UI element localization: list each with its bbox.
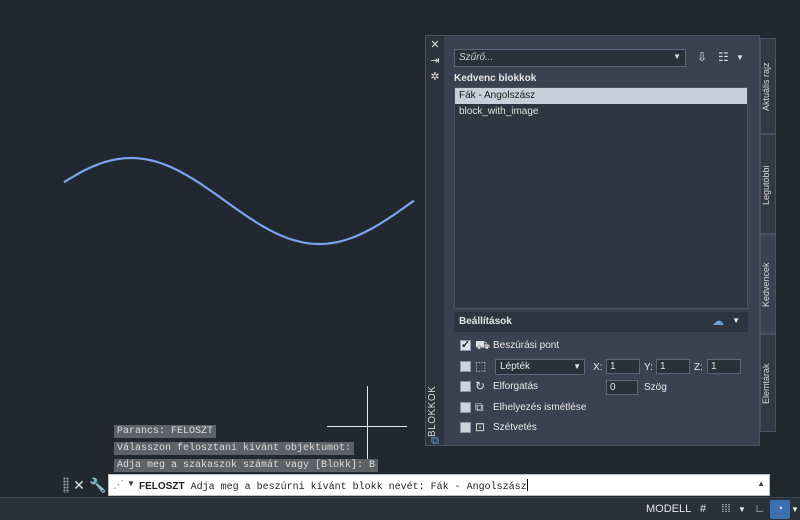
history-line: Adja meg a szakaszok számát vagy [Blokk]… [114, 459, 379, 472]
list-item[interactable]: block_with_image [455, 104, 747, 120]
cloud-sync-icon[interactable]: ☁ [712, 314, 724, 328]
close-icon[interactable]: ✕ [71, 476, 87, 494]
favorites-title: Kedvenc blokkok [454, 73, 537, 84]
tab-label: Kedvencek [761, 262, 771, 308]
y-label: Y: [644, 362, 653, 373]
scale-icon: ⬚ [475, 359, 487, 373]
blocks-palette: ✕ ⇥ ✲ BLOKKOK ⧉ Szűrő... ▼ ⇩ ☷ ▼ Kedvenc… [425, 35, 760, 447]
gear-icon[interactable]: ✲ [429, 71, 441, 83]
rotation-label: Elforgatás [493, 381, 539, 392]
wrench-icon[interactable]: 🔧 [89, 476, 106, 494]
rotation-input[interactable]: 0 [606, 380, 638, 395]
status-bar: MODELL # ⁞⁞⁞ ▼ ∟ ◔ ▼ [0, 497, 800, 520]
command-bar: ✕ 🔧 ⋰ ▼ FELOSZT Adja meg a beszúrni kívá… [60, 474, 772, 496]
model-space-button[interactable]: MODELL [646, 500, 691, 519]
repeat-placement-label: Elhelyezés ismétlése [493, 402, 587, 413]
filter-input[interactable]: Szűrő... ▼ [454, 49, 686, 67]
ortho-icon[interactable]: ∟ [752, 500, 768, 519]
tab-label: Legutóbbi [761, 165, 771, 205]
chevron-down-icon[interactable]: ▼ [790, 500, 800, 519]
tab-recent[interactable]: Legutóbbi [760, 134, 776, 234]
tab-label: Elemtárak [761, 363, 771, 405]
polar-icon[interactable]: ◔ [770, 500, 790, 519]
z-label: Z: [694, 362, 703, 373]
rotation-icon: ↻ [475, 379, 486, 393]
palette-title: BLOKKOK [427, 385, 438, 437]
chevron-down-icon[interactable]: ▼ [737, 500, 747, 519]
settings-header[interactable]: Beállítások ☁ ▼ [454, 312, 748, 332]
chevron-up-icon[interactable]: ▲ [757, 479, 765, 488]
rotation-unit: Szög [644, 382, 667, 393]
close-icon[interactable]: ✕ [429, 39, 441, 51]
command-input[interactable]: ⋰ ▼ FELOSZT Adja meg a beszúrni kívánt b… [108, 474, 770, 496]
scale-checkbox[interactable] [460, 361, 471, 372]
tab-label: Aktuális rajz [761, 62, 771, 112]
drag-grip[interactable] [63, 477, 69, 493]
tab-current-drawing[interactable]: Aktuális rajz [760, 38, 776, 134]
pin-icon[interactable]: ⇥ [429, 55, 441, 67]
explode-checkbox[interactable] [460, 422, 471, 433]
command-text: FELOSZT Adja meg a beszúrni kívánt blokk… [139, 479, 528, 493]
chevron-down-icon[interactable]: ▼ [673, 52, 681, 61]
chevron-down-icon[interactable]: ▼ [573, 362, 581, 371]
history-line: Parancs: FELOSZT [114, 425, 217, 438]
scale-select[interactable]: Lépték ▼ [495, 359, 585, 375]
scale-z-input[interactable]: 1 [707, 359, 741, 374]
command-name: FELOSZT [139, 481, 185, 492]
scale-x-input[interactable]: 1 [606, 359, 640, 374]
list-view-icon[interactable]: ☷ [718, 50, 729, 64]
explode-label: Szétvetés [493, 422, 537, 433]
command-prompt: Adja meg a beszúrni kívánt blokk nevét: … [190, 482, 527, 493]
x-label: X: [593, 362, 603, 373]
command-history-icon[interactable]: ⋰ [113, 478, 127, 492]
chevron-down-icon[interactable]: ▼ [732, 316, 740, 325]
chevron-down-icon[interactable]: ▼ [127, 479, 135, 488]
list-item[interactable]: Fák - Angolszász [455, 88, 747, 104]
repeat-placement-icon: ⧉ [475, 400, 484, 414]
library-import-icon[interactable]: ⇩ [697, 50, 707, 64]
rotation-checkbox[interactable] [460, 381, 471, 392]
snap-icon[interactable]: ⁞⁞⁞ [715, 500, 737, 519]
insertion-point-label: Beszúrási pont [493, 340, 560, 351]
insert-block-icon[interactable]: ⧉ [429, 435, 441, 447]
scale-select-value: Lépték [500, 361, 531, 372]
tab-favorites[interactable]: Kedvencek [760, 234, 776, 334]
repeat-placement-checkbox[interactable] [460, 402, 471, 413]
filter-placeholder: Szűrő... [459, 52, 494, 63]
palette-title-strip[interactable]: ✕ ⇥ ✲ BLOKKOK ⧉ [426, 36, 444, 447]
crosshair-vertical [367, 386, 368, 466]
settings-title: Beállítások [459, 316, 512, 327]
insertion-point-checkbox[interactable] [460, 338, 471, 351]
favorites-list[interactable]: Fák - Angolszász block_with_image [454, 87, 748, 309]
grid-icon[interactable]: # [694, 500, 712, 519]
chevron-down-icon[interactable]: ▼ [736, 53, 744, 62]
scale-y-input[interactable]: 1 [656, 359, 690, 374]
history-line: Válasszon felosztani kívánt objektumot: [114, 442, 355, 455]
tab-libraries[interactable]: Elemtárak [760, 334, 776, 432]
insertion-point-icon: ⛟ [475, 338, 491, 352]
explode-icon: ⊡ [475, 420, 486, 434]
